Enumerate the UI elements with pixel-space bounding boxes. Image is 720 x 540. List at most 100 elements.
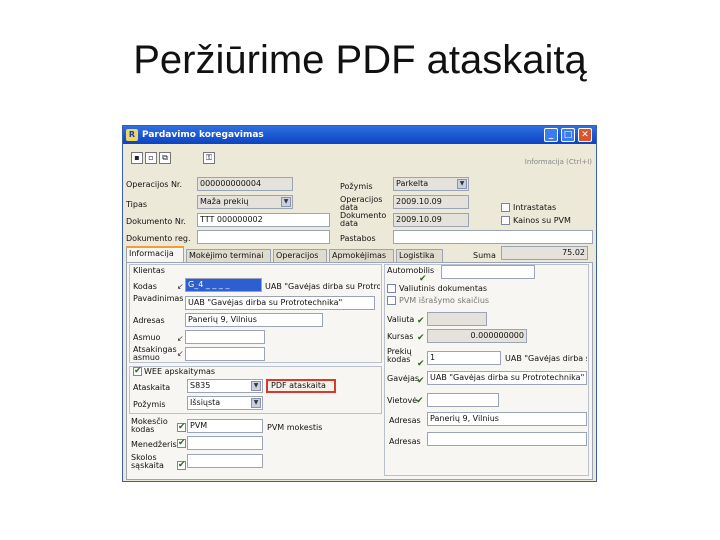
save-icon[interactable]: ▪ bbox=[131, 152, 143, 164]
report-attribute-value: Išsiųsta bbox=[190, 398, 221, 407]
notes-field[interactable] bbox=[393, 230, 593, 244]
attribute-value: Parkelta bbox=[396, 179, 429, 188]
rate-field[interactable]: 0.000000000 bbox=[427, 329, 527, 343]
operation-number-label: Operacijos Nr. bbox=[126, 180, 183, 189]
tab-operacijos[interactable]: Operacijos bbox=[273, 249, 327, 262]
app-icon: R bbox=[126, 129, 138, 141]
attribute-select[interactable]: Parkelta ▼ bbox=[393, 177, 469, 191]
client-title-field[interactable]: UAB "Gavėjas dirba su Protrotechnika" bbox=[185, 296, 375, 310]
chevron-down-icon[interactable]: ▼ bbox=[457, 179, 467, 189]
tab-logistika[interactable]: Logistika bbox=[396, 249, 443, 262]
tab-mokejimo-terminai[interactable]: Mokėjimo terminai bbox=[186, 249, 271, 262]
chevron-down-icon[interactable]: ▼ bbox=[281, 197, 291, 207]
document-date-field[interactable]: 2009.10.09 bbox=[393, 213, 469, 227]
operation-number-field[interactable]: 000000000004 bbox=[197, 177, 293, 191]
slide-title: Peržiūrime PDF ataskaitą bbox=[133, 38, 587, 82]
sum-label: Suma bbox=[473, 251, 496, 260]
vat-prices-label: Kainos su PVM bbox=[513, 216, 571, 225]
document-date-label: Dokumento data bbox=[340, 211, 387, 228]
lookup-icon[interactable]: ↙ bbox=[177, 282, 184, 291]
location-field[interactable] bbox=[427, 393, 499, 407]
currency-label: Valiuta bbox=[387, 315, 415, 324]
client-code-field[interactable]: G_4 _ _ _ _ bbox=[185, 278, 262, 292]
debt-account-label: Skolos sąskaita bbox=[131, 453, 164, 470]
vat-invoice-checkbox[interactable] bbox=[387, 296, 396, 305]
operation-date-label: Operacijos data bbox=[340, 195, 383, 212]
checkmark-icon: ✔ bbox=[417, 359, 425, 369]
save-new-icon[interactable]: ▫ bbox=[145, 152, 157, 164]
manager-label: Menedžeris bbox=[131, 440, 177, 449]
tax-code-label: Mokesčio kodas bbox=[131, 417, 168, 434]
receiver-field[interactable]: UAB "Gavėjas dirba su Protrotechnika" bbox=[427, 371, 587, 385]
product-code-field[interactable]: 1 bbox=[427, 351, 501, 365]
vat-invoice-label: PVM išrašymo skaičius bbox=[399, 296, 490, 305]
close-button[interactable]: ✕ bbox=[578, 128, 592, 142]
client-address-field[interactable]: Panerių 9, Vilnius bbox=[185, 313, 323, 327]
sales-edit-window: R Pardavimo koregavimas _ □ ✕ ▪ ▫ ⧉ ⚿ In… bbox=[122, 125, 597, 482]
checkmark-icon: ✔ bbox=[417, 376, 425, 386]
report-value: S835 bbox=[190, 381, 211, 390]
report-select[interactable]: S835 ▼ bbox=[187, 379, 263, 393]
intrastat-checkbox[interactable] bbox=[501, 203, 510, 212]
responsible-person-label: Atsakingas asmuo bbox=[133, 345, 177, 362]
receiver-address-field[interactable]: Panerių 9, Vilnius bbox=[427, 412, 587, 426]
client-address-label: Adresas bbox=[133, 316, 165, 325]
lookup-icon[interactable]: ↙ bbox=[177, 334, 184, 343]
type-value: Maža prekių bbox=[200, 197, 249, 206]
maximize-button[interactable]: □ bbox=[561, 128, 575, 142]
lookup-icon[interactable]: ↙ bbox=[177, 349, 184, 358]
client-title-label: Pavadinimas bbox=[133, 294, 184, 303]
tab-apmokejimas[interactable]: Apmokėjimas bbox=[329, 249, 394, 262]
checkmark-icon: ✔ bbox=[178, 438, 186, 448]
vat-prices-checkbox[interactable] bbox=[501, 216, 510, 225]
receiver-label: Gavėjas bbox=[387, 374, 420, 383]
document-number-field[interactable]: TTT 000000002 bbox=[197, 213, 330, 227]
report-attribute-select[interactable]: Išsiųsta ▼ bbox=[187, 396, 263, 410]
second-address-field[interactable] bbox=[427, 432, 587, 446]
sum-field[interactable]: 75.02 bbox=[501, 246, 588, 260]
product-code-label: Prekių kodas bbox=[387, 347, 412, 364]
notes-label: Pastabos bbox=[340, 234, 376, 243]
responsible-person-field[interactable] bbox=[185, 347, 265, 361]
checkmark-icon: ✔ bbox=[178, 422, 186, 432]
type-label: Tipas bbox=[126, 200, 148, 209]
key-icon[interactable]: ⚿ bbox=[203, 152, 215, 164]
checkmark-icon: ✔ bbox=[134, 366, 142, 376]
chevron-down-icon[interactable]: ▼ bbox=[251, 381, 261, 391]
type-select[interactable]: Maža prekių ▼ bbox=[197, 195, 293, 209]
second-address-label: Adresas bbox=[389, 437, 421, 446]
report-attribute-label: Požymis bbox=[133, 400, 166, 409]
copy-icon[interactable]: ⧉ bbox=[159, 152, 171, 164]
intrastat-label: Intrastatas bbox=[513, 203, 557, 212]
client-code-label: Kodas bbox=[133, 282, 157, 291]
window-titlebar: R Pardavimo koregavimas _ □ ✕ bbox=[123, 126, 596, 144]
contact-person-label: Asmuo bbox=[133, 333, 161, 342]
manager-field[interactable] bbox=[187, 436, 263, 450]
checkmark-icon: ✔ bbox=[419, 274, 427, 284]
product-name-short: UAB "Gavėjas dirba su... bbox=[505, 355, 587, 363]
tab-bar: Informacija Mokėjimo terminai Operacijos… bbox=[126, 246, 593, 262]
chevron-down-icon[interactable]: ▼ bbox=[251, 398, 261, 408]
report-label: Ataskaita bbox=[133, 383, 171, 392]
attribute-label: Požymis bbox=[340, 182, 373, 191]
tab-informacija[interactable]: Informacija bbox=[126, 246, 184, 262]
currency-document-checkbox[interactable] bbox=[387, 284, 396, 293]
tax-description: PVM mokestis bbox=[267, 423, 323, 432]
checkmark-icon: ✔ bbox=[417, 316, 425, 326]
tax-code-field[interactable]: PVM bbox=[187, 419, 263, 433]
vehicle-field[interactable] bbox=[441, 265, 535, 279]
location-label: Vietovė bbox=[387, 396, 418, 405]
contact-person-field[interactable] bbox=[185, 330, 265, 344]
currency-field[interactable] bbox=[427, 312, 487, 326]
minimize-button[interactable]: _ bbox=[544, 128, 558, 142]
pdf-report-button[interactable]: PDF ataskaita bbox=[266, 379, 336, 393]
currency-document-label: Valiutinis dokumentas bbox=[399, 284, 488, 293]
checkmark-icon: ✔ bbox=[178, 460, 186, 470]
checkmark-icon: ✔ bbox=[417, 333, 425, 343]
checkmark-icon: ✔ bbox=[416, 396, 424, 406]
client-name-short: UAB "Gavėjas dirba su Protro... bbox=[265, 283, 380, 291]
document-reg-label: Dokumento reg. bbox=[126, 234, 191, 243]
debt-account-field[interactable] bbox=[187, 454, 263, 468]
operation-date-field[interactable]: 2009.10.09 bbox=[393, 195, 469, 209]
document-reg-field[interactable] bbox=[197, 230, 330, 244]
